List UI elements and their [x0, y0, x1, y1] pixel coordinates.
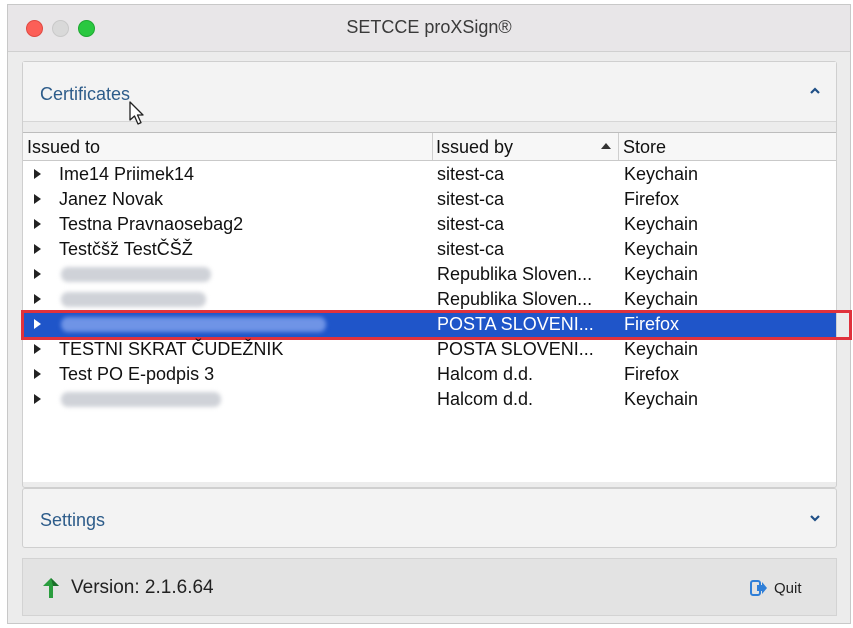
- issued-to-cell: Janez Novak: [59, 189, 164, 209]
- issued-to-cell: Test PO E-podpis 3: [59, 364, 215, 384]
- store-cell: Firefox: [624, 189, 680, 209]
- store-cell: Keychain: [624, 339, 699, 359]
- expand-triangle-icon[interactable]: [34, 269, 41, 279]
- footer-bar: Version: 2.1.6.64 Quit: [22, 558, 837, 616]
- table-row[interactable]: Ime14 Priimek14 sitest-ca Keychain: [23, 162, 836, 187]
- store-cell: Keychain: [624, 264, 699, 284]
- store-cell: Keychain: [624, 164, 699, 184]
- certificates-table: Issued to Issued by Store Ime14 Priimek1…: [21, 132, 852, 482]
- settings-title: Settings: [40, 510, 106, 530]
- certificates-panel: Certificates Issued to Issued by Store I…: [21, 61, 852, 488]
- store-cell: Firefox: [624, 314, 680, 334]
- sort-ascending-icon: [601, 143, 611, 149]
- expand-triangle-icon[interactable]: [34, 244, 41, 254]
- issued-to-cell: TESTNI SKRAT ČUDEŽNIK: [59, 339, 284, 359]
- table-row[interactable]: TESTNI SKRAT ČUDEŽNIK POSTA SLOVENI... K…: [23, 337, 836, 362]
- title-bar: SETCCE proXSign®: [8, 5, 850, 52]
- store-cell: Keychain: [624, 239, 699, 259]
- issued-by-cell: sitest-ca: [437, 189, 505, 209]
- issued-by-cell: Republika Sloven...: [437, 289, 593, 309]
- issued-to-cell: Testna Pravnaosebag2: [59, 214, 244, 234]
- issued-by-cell: sitest-ca: [437, 214, 505, 234]
- table-row[interactable]: Republika Sloven... Keychain: [23, 262, 836, 287]
- column-issued-by[interactable]: Issued by: [436, 133, 513, 160]
- issued-by-cell: sitest-ca: [437, 239, 505, 259]
- expand-triangle-icon[interactable]: [34, 369, 41, 379]
- issued-by-cell: POSTA SLOVENI...: [437, 339, 594, 359]
- table-row[interactable]: Halcom d.d. Keychain: [23, 387, 836, 412]
- store-cell: Keychain: [624, 214, 699, 234]
- redacted-name: [61, 292, 206, 307]
- version-label: Version: 2.1.6.64: [71, 577, 214, 598]
- table-row[interactable]: Janez Novak sitest-ca Firefox: [23, 187, 836, 212]
- store-cell: Keychain: [624, 289, 699, 309]
- settings-panel[interactable]: Settings: [22, 488, 837, 548]
- table-header: Issued to Issued by Store: [23, 133, 836, 161]
- expand-triangle-icon[interactable]: [34, 194, 41, 204]
- redacted-name: [61, 392, 221, 407]
- expand-triangle-icon[interactable]: [34, 219, 41, 229]
- issued-by-cell: POSTA SLOVENI...: [437, 314, 594, 334]
- column-store[interactable]: Store: [623, 133, 666, 160]
- column-issued-to[interactable]: Issued to: [27, 133, 100, 160]
- issued-to-cell: Testčšž TestČŠŽ: [59, 239, 193, 259]
- expand-triangle-icon[interactable]: [34, 319, 41, 329]
- quit-label: Quit: [774, 579, 802, 597]
- redacted-name: [61, 267, 211, 282]
- store-cell: Keychain: [624, 389, 699, 409]
- column-divider[interactable]: [432, 133, 433, 160]
- redacted-name: [61, 317, 326, 332]
- certificates-title: Certificates: [40, 84, 131, 104]
- mouse-pointer-icon: [129, 101, 144, 125]
- window-title: SETCCE proXSign®: [346, 17, 512, 37]
- issued-by-cell: sitest-ca: [437, 164, 505, 184]
- table-row[interactable]: Testna Pravnaosebag2 sitest-ca Keychain: [23, 212, 836, 237]
- table-row[interactable]: Test PO E-podpis 3 Halcom d.d. Firefox: [23, 362, 836, 387]
- expand-triangle-icon[interactable]: [34, 169, 41, 179]
- issued-by-cell: Halcom d.d.: [437, 389, 534, 409]
- issued-by-cell: Republika Sloven...: [437, 264, 593, 284]
- expand-triangle-icon[interactable]: [34, 394, 41, 404]
- quit-button[interactable]: Quit: [750, 575, 802, 601]
- chevron-down-icon[interactable]: [808, 511, 822, 525]
- store-cell: Firefox: [624, 364, 680, 384]
- expand-triangle-icon[interactable]: [34, 294, 41, 304]
- chevron-up-icon[interactable]: [808, 84, 822, 98]
- proxsign-logo-icon: [43, 578, 59, 598]
- expand-triangle-icon[interactable]: [34, 344, 41, 354]
- table-row[interactable]: Republika Sloven... Keychain: [23, 287, 836, 312]
- table-row[interactable]: Testčšž TestČŠŽ sitest-ca Keychain: [23, 237, 836, 262]
- sign-out-icon: [750, 580, 767, 596]
- issued-by-cell: Halcom d.d.: [437, 364, 534, 384]
- app-window: SETCCE proXSign® Certificates Issued to …: [7, 4, 852, 624]
- table-row-selected[interactable]: POSTA SLOVENI... Firefox: [23, 312, 836, 337]
- issued-to-cell: Ime14 Priimek14: [59, 164, 195, 184]
- column-divider[interactable]: [618, 133, 619, 160]
